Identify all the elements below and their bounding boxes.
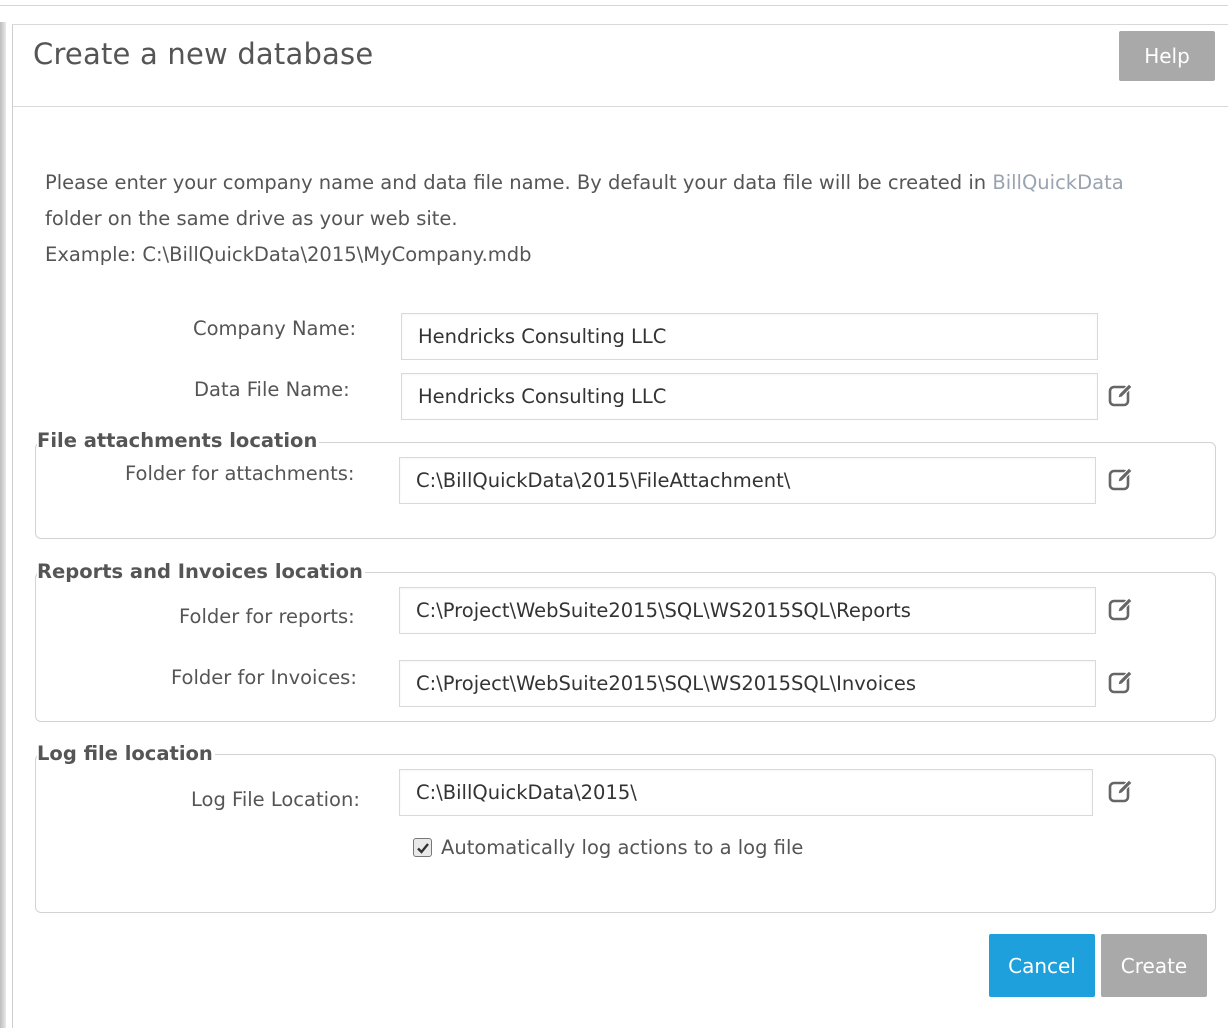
auto-log-label: Automatically log actions to a log file xyxy=(441,836,804,859)
attachments-folder-input[interactable] xyxy=(399,457,1096,504)
billquickdata-link[interactable]: BillQuickData xyxy=(992,171,1123,194)
invoices-folder-input[interactable] xyxy=(399,660,1096,707)
reports-invoices-legend: Reports and Invoices location xyxy=(37,560,365,583)
dialog-header: Create a new database Help xyxy=(13,25,1228,107)
top-rule xyxy=(0,5,1228,6)
instructions-example: Example: C:\BillQuickData\2015\MyCompany… xyxy=(45,243,532,266)
create-button[interactable]: Create xyxy=(1101,934,1207,997)
auto-log-option[interactable]: Automatically log actions to a log file xyxy=(413,836,803,859)
auto-log-checkbox[interactable] xyxy=(413,838,432,857)
data-file-name-input[interactable] xyxy=(401,373,1098,420)
company-name-label: Company Name: xyxy=(193,317,357,340)
cancel-button[interactable]: Cancel xyxy=(989,934,1095,997)
dialog-title: Create a new database xyxy=(33,37,374,71)
instructions: Please enter your company name and data … xyxy=(45,165,1225,273)
create-database-dialog: Create a new database Help Please enter … xyxy=(12,24,1228,1028)
edit-icon[interactable] xyxy=(1107,465,1135,493)
log-file-location-label: Log File Location: xyxy=(191,788,360,811)
check-icon xyxy=(416,842,429,854)
edit-icon[interactable] xyxy=(1107,381,1135,409)
reports-folder-input[interactable] xyxy=(399,587,1096,634)
help-button[interactable]: Help xyxy=(1119,31,1215,81)
instructions-line-1: Please enter your company name and data … xyxy=(45,171,993,194)
instructions-line-2: folder on the same drive as your web sit… xyxy=(45,207,458,230)
invoices-folder-label: Folder for Invoices: xyxy=(171,666,357,689)
edit-icon[interactable] xyxy=(1107,777,1135,805)
reports-folder-label: Folder for reports: xyxy=(179,605,355,628)
edit-icon[interactable] xyxy=(1107,595,1135,623)
attachments-legend: File attachments location xyxy=(37,429,320,452)
window-edge xyxy=(0,22,6,1028)
data-file-name-label: Data File Name: xyxy=(194,378,350,401)
attachments-folder-label: Folder for attachments: xyxy=(125,462,355,485)
log-file-location-input[interactable] xyxy=(399,769,1093,816)
edit-icon[interactable] xyxy=(1107,668,1135,696)
company-name-input[interactable] xyxy=(401,313,1098,360)
log-file-legend: Log file location xyxy=(37,742,215,765)
